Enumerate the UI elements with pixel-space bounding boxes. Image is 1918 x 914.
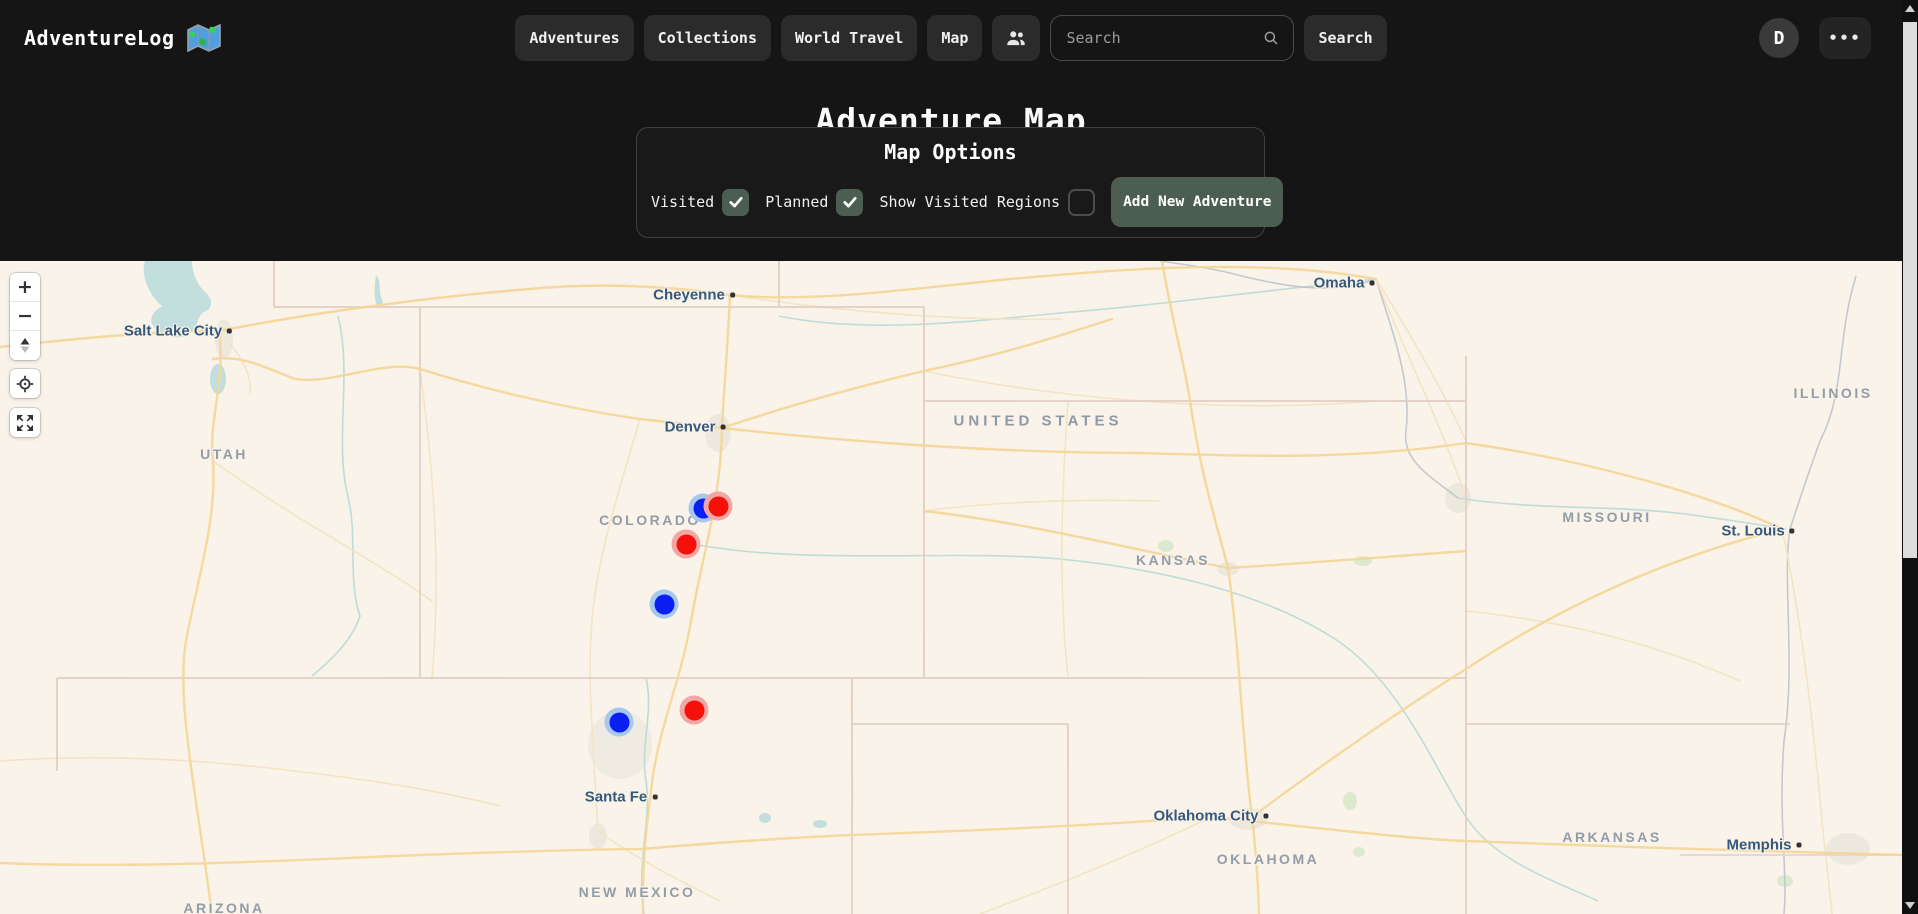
state-label-illinois: ILLINOIS	[1793, 385, 1872, 401]
search-box	[1050, 15, 1294, 61]
users-button[interactable]	[992, 15, 1040, 61]
nav-link-adventures[interactable]: Adventures	[515, 15, 633, 61]
city-dot-icon	[730, 293, 735, 298]
state-label-kansas: KANSAS	[1136, 552, 1210, 568]
app-name: AdventureLog	[24, 26, 175, 50]
state-label-new-mexico: NEW MEXICO	[579, 884, 696, 900]
toggle-label: Show Visited Regions	[879, 193, 1060, 211]
map-options-title: Map Options	[637, 140, 1264, 164]
state-label-oklahoma: OKLAHOMA	[1217, 851, 1319, 867]
users-icon	[1005, 27, 1027, 49]
search-input[interactable]	[1064, 28, 1262, 48]
city-name: Santa Fe	[585, 789, 648, 806]
nav-link-map[interactable]: Map	[927, 15, 982, 61]
city-label-oklahoma-city: Oklahoma City	[1153, 808, 1268, 825]
adventure-marker-red[interactable]	[680, 696, 709, 725]
city-label-santa-fe: Santa Fe	[585, 789, 658, 806]
navbar-right: D •••	[1759, 0, 1871, 76]
search-icon	[1262, 29, 1280, 47]
scrollbar-down-arrow-icon[interactable]	[1905, 902, 1915, 909]
city-dot-icon	[652, 795, 657, 800]
marker-core	[684, 700, 704, 720]
state-label-utah: UTAH	[200, 446, 248, 462]
map-basemap	[0, 261, 1902, 914]
city-name: Cheyenne	[653, 287, 725, 304]
toggle-label: Visited	[651, 193, 714, 211]
checkbox-show-visited-regions-unchecked[interactable]	[1068, 189, 1095, 216]
country-label: UNITED STATES	[954, 413, 1123, 430]
adventure-marker-red[interactable]	[704, 492, 733, 521]
city-dot-icon	[1797, 843, 1802, 848]
fullscreen-icon	[16, 414, 34, 432]
map-logo-icon	[187, 24, 221, 52]
compass-button[interactable]	[10, 331, 40, 360]
state-label-arizona: ARIZONA	[183, 900, 264, 914]
top-navbar: AdventureLog AdventuresCollectionsWorld …	[0, 0, 1902, 76]
more-menu-button[interactable]: •••	[1819, 17, 1871, 59]
city-label-denver: Denver	[665, 419, 726, 436]
nav-link-world-travel[interactable]: World Travel	[781, 15, 917, 61]
toggle-label: Planned	[765, 193, 828, 211]
city-dot-icon	[1369, 281, 1374, 286]
search-button[interactable]: Search	[1304, 15, 1386, 61]
toggle-show-visited-regions[interactable]: Show Visited Regions	[879, 189, 1095, 216]
checkbox-visited-checked[interactable]	[722, 189, 749, 216]
scrollbar-thumb[interactable]	[1903, 22, 1917, 558]
city-dot-icon	[1264, 814, 1269, 819]
city-dot-icon	[720, 425, 725, 430]
city-dot-icon	[1790, 529, 1795, 534]
adventure-marker-blue[interactable]	[650, 590, 679, 619]
adventure-marker-red[interactable]	[672, 530, 701, 559]
fullscreen-button[interactable]	[10, 408, 40, 437]
city-label-st-louis: St. Louis	[1721, 523, 1794, 540]
toggle-planned[interactable]: Planned	[765, 189, 863, 216]
avatar[interactable]: D	[1759, 18, 1799, 58]
geolocate-icon	[16, 375, 34, 393]
page-scrollbar[interactable]	[1902, 0, 1918, 914]
toggle-visited[interactable]: Visited	[651, 189, 749, 216]
city-label-omaha: Omaha	[1314, 275, 1375, 292]
map-options-card: Map Options Visited Planned Show Visited R…	[636, 127, 1265, 238]
nav-link-collections[interactable]: Collections	[644, 15, 771, 61]
city-label-salt-lake-city: Salt Lake City	[124, 323, 232, 340]
compass-icon	[19, 337, 31, 354]
zoom-out-button[interactable]: −	[10, 302, 40, 331]
adventure-map[interactable]: UNITED STATES UTAH COLORADO KANSAS MISSOURI I…	[0, 261, 1902, 914]
city-name: Salt Lake City	[124, 323, 222, 340]
city-name: Oklahoma City	[1153, 808, 1258, 825]
add-new-adventure-button[interactable]: Add New Adventure	[1111, 177, 1283, 227]
city-label-memphis: Memphis	[1726, 837, 1801, 854]
city-dot-icon	[227, 329, 232, 334]
app-logo[interactable]: AdventureLog	[24, 0, 221, 76]
main-nav: AdventuresCollectionsWorld TravelMap Sea…	[515, 15, 1386, 61]
city-name: Memphis	[1726, 837, 1791, 854]
city-name: Omaha	[1314, 275, 1365, 292]
city-name: St. Louis	[1721, 523, 1784, 540]
marker-core	[609, 712, 629, 732]
adventure-marker-blue[interactable]	[605, 708, 634, 737]
city-label-cheyenne: Cheyenne	[653, 287, 735, 304]
zoom-in-button[interactable]: +	[10, 273, 40, 302]
map-options-row: VisitedPlannedShow Visited RegionsAdd Ne…	[637, 177, 1264, 227]
checkbox-planned-checked[interactable]	[836, 189, 863, 216]
marker-core	[654, 594, 674, 614]
state-label-missouri: MISSOURI	[1562, 509, 1651, 525]
city-name: Denver	[665, 419, 716, 436]
scrollbar-up-arrow-icon[interactable]	[1905, 5, 1915, 12]
marker-core	[708, 496, 728, 516]
map-navigation-control: + −	[10, 273, 40, 360]
nav-links: AdventuresCollectionsWorld TravelMap	[515, 15, 982, 61]
marker-core	[676, 534, 696, 554]
state-label-arkansas: ARKANSAS	[1562, 829, 1661, 845]
state-label-colorado: COLORADO	[599, 512, 701, 528]
geolocate-button[interactable]	[10, 369, 40, 398]
